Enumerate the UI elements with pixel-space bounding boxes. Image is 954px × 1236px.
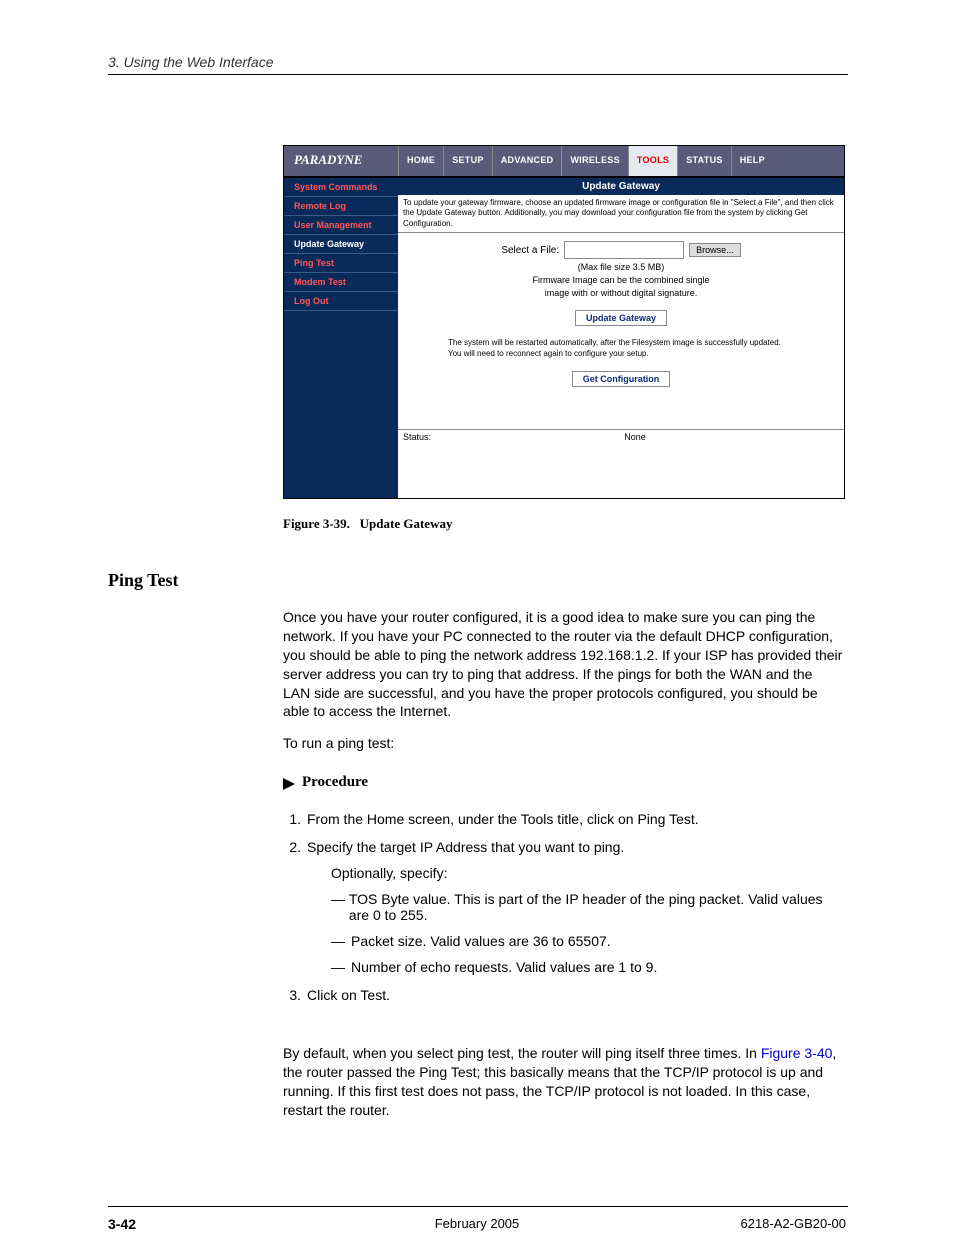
firmware-note-1: Firmware Image can be the combined singl…	[398, 275, 844, 285]
procedure-list: 1. From the Home screen, under the Tools…	[283, 811, 845, 1015]
list-number: 2.	[283, 839, 307, 975]
content-title: Update Gateway	[398, 178, 844, 195]
nav-home[interactable]: HOME	[398, 146, 443, 176]
select-file-label: Select a File:	[501, 245, 559, 256]
nav-tools[interactable]: TOOLS	[628, 146, 677, 176]
footer-docnum: 6218-A2-GB20-00	[740, 1216, 846, 1231]
figure-caption: Figure 3-39. Update Gateway	[283, 516, 452, 532]
list-item: 3. Click on Test.	[283, 987, 845, 1003]
top-nav-bar: PARADYNE HOME SETUP ADVANCED WIRELESS TO…	[284, 146, 844, 176]
sidebar-item-ping-test[interactable]: Ping Test	[284, 254, 398, 273]
sidebar-item-log-out[interactable]: Log Out	[284, 292, 398, 311]
list-item: 2. Specify the target IP Address that yo…	[283, 839, 845, 975]
nav-setup[interactable]: SETUP	[443, 146, 492, 176]
paragraph-default: By default, when you select ping test, t…	[283, 1044, 843, 1120]
sidebar: System Commands Remote Log User Manageme…	[284, 178, 398, 498]
list-item: 1. From the Home screen, under the Tools…	[283, 811, 845, 827]
nav-advanced[interactable]: ADVANCED	[492, 146, 562, 176]
firmware-note-2: image with or without digital signature.	[398, 288, 844, 298]
dash-item: —Number of echo requests. Valid values a…	[331, 959, 845, 975]
nav-help[interactable]: HELP	[731, 146, 773, 176]
sidebar-item-user-management[interactable]: User Management	[284, 216, 398, 235]
restart-note: The system will be restarted automatical…	[398, 338, 844, 359]
list-body: Specify the target IP Address that you w…	[307, 839, 845, 975]
procedure-heading: Procedure	[302, 774, 368, 791]
figure-title: Update Gateway	[360, 516, 453, 531]
paragraph-intro: Once you have your router configured, it…	[283, 608, 843, 721]
list-number: 1.	[283, 811, 307, 827]
list-body: From the Home screen, under the Tools ti…	[307, 811, 845, 827]
optionally-text: Optionally, specify:	[331, 865, 845, 881]
browse-button[interactable]: Browse...	[689, 243, 741, 257]
status-value: None	[431, 432, 839, 442]
header-rule	[108, 74, 848, 75]
list-body: Click on Test.	[307, 987, 845, 1003]
sidebar-item-system-commands[interactable]: System Commands	[284, 178, 398, 197]
footer-rule	[108, 1206, 848, 1207]
file-input[interactable]	[564, 241, 684, 259]
sidebar-item-remote-log[interactable]: Remote Log	[284, 197, 398, 216]
screenshot-update-gateway: PARADYNE HOME SETUP ADVANCED WIRELESS TO…	[283, 145, 845, 499]
update-gateway-button[interactable]: Update Gateway	[575, 310, 667, 326]
list-number: 3.	[283, 987, 307, 1003]
brand-logo: PARADYNE	[284, 146, 398, 176]
content-description: To update your gateway firmware, choose …	[398, 195, 844, 233]
status-label: Status:	[403, 432, 431, 442]
figure-label: Figure 3-39.	[283, 516, 350, 531]
figure-link[interactable]: Figure 3-40	[761, 1045, 833, 1061]
paragraph-run-ping: To run a ping test:	[283, 734, 843, 753]
max-file-size-note: (Max file size 3.5 MB)	[398, 262, 844, 272]
procedure-arrow-icon	[283, 778, 295, 790]
nav-wireless[interactable]: WIRELESS	[561, 146, 627, 176]
status-bar: Status: None	[398, 429, 844, 444]
dash-item: —Packet size. Valid values are 36 to 655…	[331, 933, 845, 949]
sidebar-item-modem-test[interactable]: Modem Test	[284, 273, 398, 292]
page-header: 3. Using the Web Interface	[108, 54, 274, 70]
section-heading-ping-test: Ping Test	[108, 570, 179, 591]
content-area: Update Gateway To update your gateway fi…	[398, 178, 844, 498]
get-configuration-button[interactable]: Get Configuration	[572, 371, 671, 387]
sidebar-item-update-gateway[interactable]: Update Gateway	[284, 235, 398, 254]
dash-item: —TOS Byte value. This is part of the IP …	[331, 891, 845, 923]
nav-status[interactable]: STATUS	[677, 146, 730, 176]
